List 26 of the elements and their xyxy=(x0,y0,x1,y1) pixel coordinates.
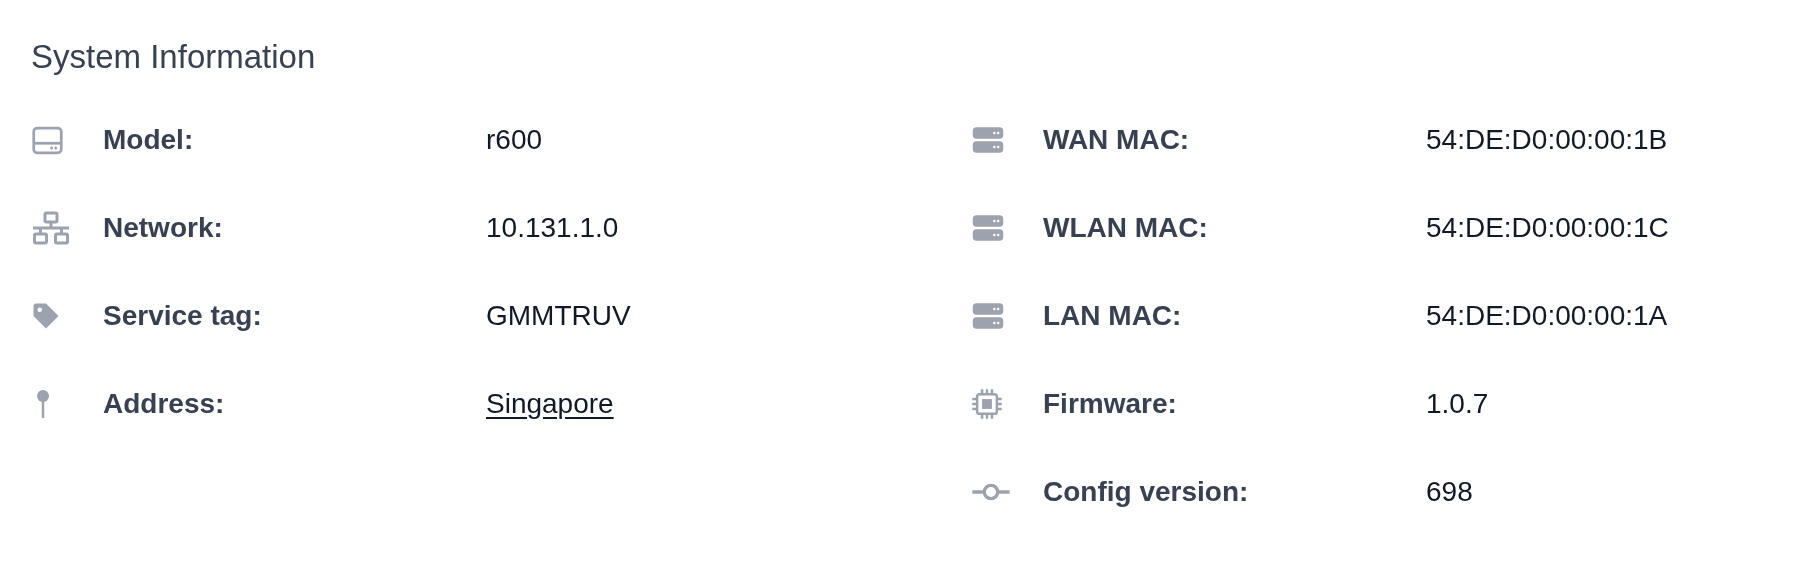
server-icon xyxy=(971,126,1005,154)
field-label: LAN MAC: xyxy=(1043,300,1182,332)
field-label: Network: xyxy=(103,212,223,244)
field-label: WAN MAC: xyxy=(1043,124,1190,156)
field-value: 1.0.7 xyxy=(1426,388,1489,420)
field-value: 54:DE:D0:00:00:1B xyxy=(1426,124,1668,156)
commit-icon xyxy=(971,481,1011,503)
field-label: Model: xyxy=(103,124,194,156)
field-value: 698 xyxy=(1426,476,1473,508)
network-icon xyxy=(31,210,71,246)
field-value: 54:DE:D0:00:00:1A xyxy=(1426,300,1668,332)
server-icon xyxy=(971,302,1005,330)
chip-icon xyxy=(971,388,1003,420)
field-value: GMMTRUV xyxy=(486,300,631,332)
server-icon xyxy=(971,214,1005,242)
field-label: WLAN MAC: xyxy=(1043,212,1208,244)
address-link[interactable]: Singapore xyxy=(486,388,614,420)
field-label: Service tag: xyxy=(103,300,262,332)
field-value: 10.131.1.0 xyxy=(486,212,619,244)
field-label: Firmware: xyxy=(1043,388,1177,420)
field-label: Config version: xyxy=(1043,476,1249,508)
field-label: Address: xyxy=(103,388,225,420)
tag-icon xyxy=(31,301,61,331)
field-value: 54:DE:D0:00:00:1C xyxy=(1426,212,1669,244)
section-title: System Information xyxy=(31,37,317,77)
field-value: r600 xyxy=(486,124,543,156)
